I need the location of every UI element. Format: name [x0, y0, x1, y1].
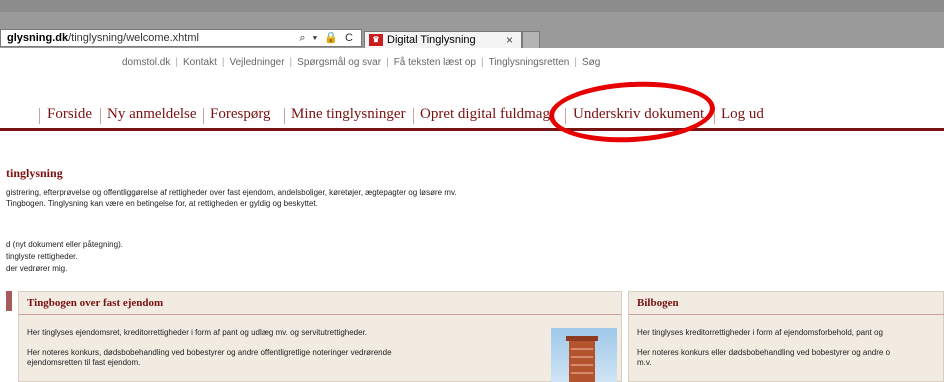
bilbogen-panel: Bilbogen Her tinglyses kreditorrettighed…: [628, 291, 944, 382]
nav-item-forside[interactable]: Forside: [47, 106, 92, 123]
bilbogen-title[interactable]: Bilbogen: [637, 297, 679, 309]
browser-tab[interactable]: ♛ Digital Tinglysning ×: [364, 31, 522, 48]
util-link-domstol[interactable]: domstol.dk: [122, 57, 170, 68]
util-link-faq[interactable]: Spørgsmål og svar: [297, 57, 381, 68]
address-bar[interactable]: glysning.dk/tinglysning/welcome.xhtml ⌕ …: [0, 29, 362, 47]
tingbogen-title[interactable]: Tingbogen over fast ejendom: [27, 297, 163, 309]
nav-item-mine-tinglysninger[interactable]: Mine tinglysninger: [291, 106, 406, 123]
tingbogen-text-3: ejendomsretten til fast ejendom.: [27, 358, 141, 367]
address-controls-icon[interactable]: ⌕ ▾ 🔒 C: [299, 30, 355, 46]
util-link-kontakt[interactable]: Kontakt: [183, 57, 217, 68]
tingbogen-text-1: Her tinglyses ejendomsret, kreditorretti…: [27, 328, 368, 337]
util-link-vejledninger[interactable]: Vejledninger: [230, 57, 285, 68]
highlight-oval: [547, 77, 717, 147]
utility-links: domstol.dk | Kontakt | Vejledninger | Spørgsmå…: [122, 57, 601, 68]
crown-favicon-icon: ♛: [369, 34, 383, 46]
nav-item-foresporg[interactable]: Forespørg: [210, 106, 271, 123]
intro-bullet-3: der vedrører mig.: [6, 264, 68, 273]
intro-text-2: Tingbogen. Tinglysning kan være en betin…: [6, 199, 318, 208]
bilbogen-text-3: m.v.: [637, 358, 652, 367]
intro-bullet-1: d (nyt dokument eller påtegning).: [6, 240, 123, 249]
address-path: /tinglysning/welcome.xhtml: [68, 32, 199, 44]
util-link-read-aloud[interactable]: Få teksten læst op: [394, 57, 476, 68]
tab-title: Digital Tinglysning: [387, 34, 476, 46]
nav-item-ny-anmeldelse[interactable]: Ny anmeldelse: [107, 106, 197, 123]
chimney-image: [551, 328, 617, 382]
util-link-search[interactable]: Søg: [582, 57, 600, 68]
nav-divider: [0, 128, 944, 131]
left-accent-bar: [6, 291, 12, 311]
new-tab-button[interactable]: [522, 31, 540, 48]
tingbogen-text-2: Her noteres konkurs, dødsbobehandling ve…: [27, 348, 392, 357]
close-tab-icon[interactable]: ×: [506, 32, 513, 48]
page-title: tinglysning: [6, 166, 63, 180]
bilbogen-text-2: Her noteres konkurs eller dødsbobehandli…: [637, 348, 891, 357]
bilbogen-text-1: Her tinglyses kreditorrettigheder i form…: [637, 328, 883, 337]
tingbogen-panel: Tingbogen over fast ejendom Her tinglyse…: [18, 291, 622, 382]
window-titlebar: [0, 0, 944, 12]
util-link-tinglysningsretten[interactable]: Tinglysningsretten: [489, 57, 570, 68]
intro-text-1: gistrering, efterprøvelse og offentliggø…: [6, 188, 457, 197]
intro-bullet-2: tinglyste rettigheder.: [6, 252, 78, 261]
address-domain: glysning.dk: [7, 32, 69, 44]
nav-item-opret-digital-fuldmagt[interactable]: Opret digital fuldmagt: [420, 106, 554, 123]
nav-item-log-ud[interactable]: Log ud: [721, 106, 764, 123]
